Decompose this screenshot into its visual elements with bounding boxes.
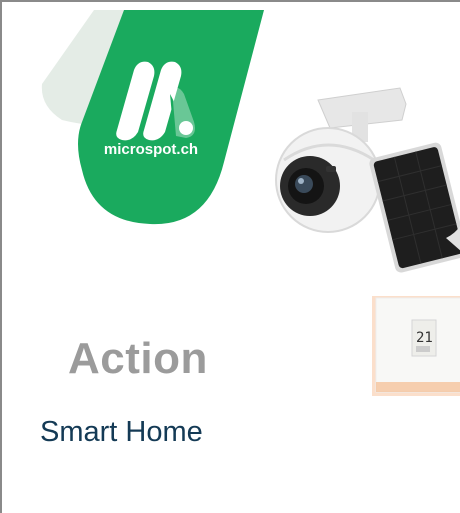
security-camera-icon	[275, 87, 460, 273]
logo-wordmark: microspot.ch	[103, 141, 199, 158]
thermostat-icon: 21	[372, 296, 460, 396]
microspot-logo	[41, 10, 264, 225]
promo-title: Action	[68, 334, 208, 383]
thermostat-display: 21	[416, 330, 433, 346]
promo-subtitle: Smart Home	[40, 416, 203, 448]
promo-banner[interactable]: microspot.ch 21 Action Smart Home	[0, 0, 460, 513]
